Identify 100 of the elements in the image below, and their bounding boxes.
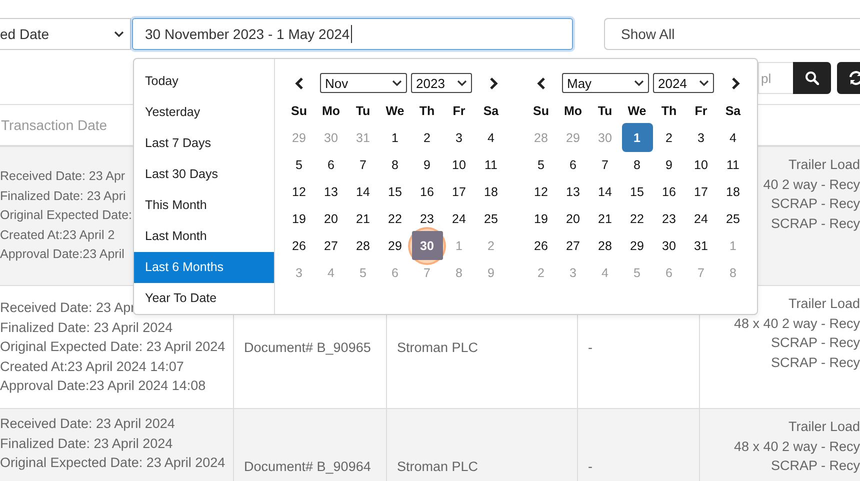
calendar-day[interactable]: 27 bbox=[562, 238, 584, 254]
calendar-day[interactable]: 5 bbox=[530, 156, 552, 172]
calendar-day[interactable]: 19 bbox=[288, 210, 310, 226]
document-number: Document# B_90965 bbox=[244, 340, 371, 354]
calendar-day[interactable]: 17 bbox=[448, 184, 470, 200]
calendar-day[interactable]: 29 bbox=[626, 238, 648, 254]
calendar-day[interactable]: 11 bbox=[480, 156, 502, 172]
calendar-day[interactable]: 3 bbox=[690, 130, 712, 146]
range-option[interactable]: This Month bbox=[134, 190, 274, 221]
calendar-day[interactable]: 22 bbox=[626, 210, 648, 226]
search-button[interactable] bbox=[793, 62, 831, 94]
range-option[interactable]: Last 7 Days bbox=[134, 128, 274, 159]
calendar-day[interactable]: 28 bbox=[594, 238, 616, 254]
calendar-day[interactable]: 15 bbox=[384, 184, 406, 200]
calendar-day[interactable]: 11 bbox=[722, 156, 744, 172]
range-option[interactable]: Last 30 Days bbox=[134, 159, 274, 190]
calendar-day[interactable]: 2 bbox=[416, 130, 438, 146]
item-line: SCRAP - Recy bbox=[770, 195, 860, 213]
calendar-day[interactable]: 18 bbox=[480, 184, 502, 200]
calendar-day[interactable]: 22 bbox=[384, 210, 406, 226]
calendar-day[interactable]: 9 bbox=[658, 156, 680, 172]
calendar-day[interactable]: 7 bbox=[352, 156, 374, 172]
item-line: SCRAP - Recy bbox=[770, 334, 860, 352]
weekday-label: Th bbox=[661, 104, 677, 118]
calendar-day[interactable]: 1 bbox=[622, 123, 652, 152]
year-select[interactable]: 2024 bbox=[653, 73, 714, 93]
calendar-day[interactable]: 24 bbox=[448, 210, 470, 226]
calendar-day[interactable]: 21 bbox=[352, 210, 374, 226]
calendar-day[interactable]: 31 bbox=[690, 238, 712, 254]
date-line: Received Date: 23 Apr bbox=[0, 168, 126, 186]
weekday-label: Su bbox=[291, 104, 307, 118]
calendar-day[interactable]: 25 bbox=[480, 210, 502, 226]
calendar-day[interactable]: 14 bbox=[352, 184, 374, 200]
calendar-day[interactable]: 23 bbox=[416, 210, 438, 226]
calendar-day[interactable]: 13 bbox=[320, 184, 342, 200]
chevron-right-icon bbox=[730, 76, 740, 90]
calendar-day[interactable]: 4 bbox=[722, 130, 744, 146]
calendar-day[interactable]: 8 bbox=[384, 156, 406, 172]
calendar-day[interactable]: 10 bbox=[690, 156, 712, 172]
weekday-label: Fr bbox=[694, 104, 708, 118]
range-option[interactable]: Last 6 Months bbox=[134, 252, 274, 283]
date-range-field[interactable]: 30 November 2023 - 1 May 2024 bbox=[132, 18, 573, 50]
weekday-label: Sa bbox=[725, 104, 741, 118]
calendar-day[interactable]: 27 bbox=[320, 238, 342, 254]
calendar-day[interactable]: 20 bbox=[562, 210, 584, 226]
calendar-day[interactable]: 28 bbox=[352, 238, 374, 254]
weekday-label: Th bbox=[419, 104, 435, 118]
calendar-day[interactable]: 16 bbox=[416, 184, 438, 200]
calendar-day[interactable]: 3 bbox=[448, 130, 470, 146]
search-field[interactable]: pl bbox=[758, 62, 793, 94]
calendar-day[interactable]: 12 bbox=[288, 184, 310, 200]
calendar-day[interactable]: 6 bbox=[320, 156, 342, 172]
calendar-day[interactable]: 20 bbox=[320, 210, 342, 226]
calendar-day[interactable]: 6 bbox=[562, 156, 584, 172]
date-line: Original Expected Date: 23 April 2024 bbox=[0, 338, 226, 356]
calendar-day[interactable]: 4 bbox=[480, 130, 502, 146]
calendar-day[interactable]: 10 bbox=[448, 156, 470, 172]
calendar-day[interactable]: 13 bbox=[562, 184, 584, 200]
calendar-day[interactable]: 14 bbox=[594, 184, 616, 200]
calendar-day[interactable]: 24 bbox=[690, 210, 712, 226]
weekday-label: Tu bbox=[356, 104, 370, 118]
month-select[interactable]: Nov bbox=[320, 73, 407, 93]
calendar-day[interactable]: 9 bbox=[416, 156, 438, 172]
item-line: Trailer Load bbox=[788, 418, 860, 436]
calendar-day[interactable]: 16 bbox=[658, 184, 680, 200]
calendar-day[interactable]: 26 bbox=[288, 238, 310, 254]
table-cell: - bbox=[588, 459, 592, 474]
calendar-day[interactable]: 2 bbox=[658, 130, 680, 146]
item-line: 48 x 40 2 way - Recy bbox=[734, 438, 860, 456]
calendar-day[interactable]: 5 bbox=[288, 156, 310, 172]
range-option[interactable]: Year To Date bbox=[134, 283, 274, 314]
range-option[interactable]: Yesterday bbox=[134, 97, 274, 128]
calendar-day[interactable]: 29 bbox=[384, 238, 406, 254]
table-cell: - bbox=[588, 340, 592, 354]
date-line: Approval Date:23 April 2024 14:08 bbox=[0, 377, 207, 396]
range-option[interactable]: Last Month bbox=[134, 221, 274, 252]
calendar-day[interactable]: 21 bbox=[594, 210, 616, 226]
date-line: Finalized Date: 23 April 2024 bbox=[0, 318, 174, 337]
calendar-day[interactable]: 15 bbox=[626, 184, 648, 200]
calendar-day[interactable]: 19 bbox=[530, 210, 552, 226]
calendar-day[interactable]: 23 bbox=[658, 210, 680, 226]
date-line: Original Expected Date: bbox=[0, 207, 132, 224]
calendar-day[interactable]: 7 bbox=[594, 156, 616, 172]
calendar-day[interactable]: 17 bbox=[690, 184, 712, 200]
calendar-day[interactable]: 1 bbox=[384, 130, 406, 146]
weekday-label: Mo bbox=[322, 104, 340, 118]
calendar-day[interactable]: 30 bbox=[412, 231, 442, 260]
date-type-select[interactable]: ed Date bbox=[0, 18, 131, 50]
status-select[interactable]: Show All bbox=[604, 18, 860, 50]
month-select[interactable]: May bbox=[562, 73, 649, 93]
calendar-day[interactable]: 8 bbox=[626, 156, 648, 172]
range-option[interactable]: Today bbox=[134, 66, 274, 97]
calendar-day[interactable]: 30 bbox=[658, 238, 680, 254]
calendar-day[interactable]: 26 bbox=[530, 238, 552, 254]
calendar-day[interactable]: 25 bbox=[722, 210, 744, 226]
year-select[interactable]: 2023 bbox=[411, 73, 472, 93]
calendar-day[interactable]: 12 bbox=[530, 184, 552, 200]
calendar-day[interactable]: 18 bbox=[722, 184, 744, 200]
date-line: Original Expected Date: 23 April 2024 bbox=[0, 454, 226, 472]
item-line: SCRAP - Recy bbox=[770, 214, 860, 233]
